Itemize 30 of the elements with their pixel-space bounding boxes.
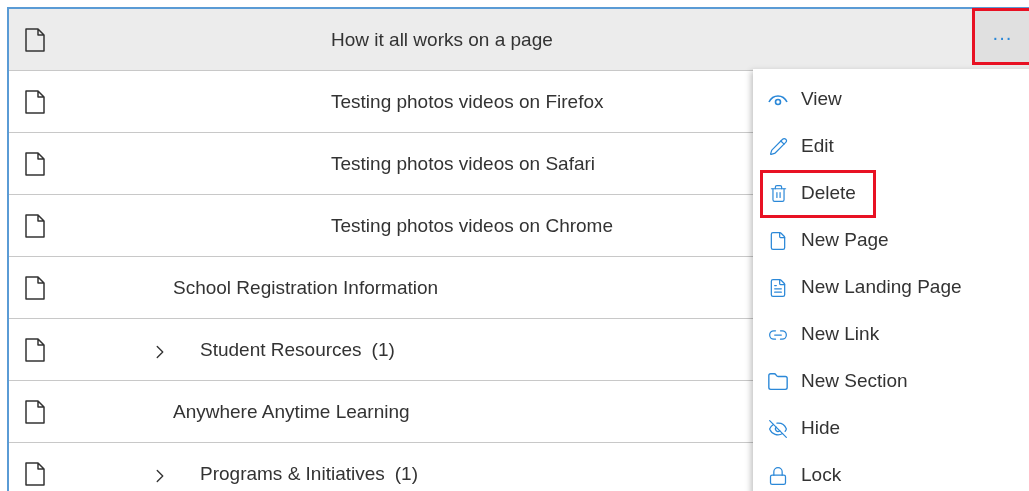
page-icon (25, 400, 45, 424)
page-title: Anywhere Anytime Learning (173, 400, 410, 424)
page-title: Student Resources (200, 338, 362, 362)
lock-icon (768, 465, 788, 486)
page-icon (25, 338, 45, 362)
child-count: (1) (371, 338, 395, 362)
page-title: School Registration Information (173, 276, 439, 300)
child-count: (1) (394, 462, 419, 486)
menu-item[interactable]: Delete (760, 169, 876, 218)
menu-item[interactable]: View (760, 75, 855, 124)
page-icon (25, 28, 45, 52)
menu-item[interactable]: New Landing Page (760, 263, 975, 312)
page-title: How it all works on a page (331, 28, 553, 52)
folder-icon (767, 370, 789, 393)
page-icon (25, 214, 45, 238)
document-icon (768, 277, 788, 298)
page-title: Testing photos videos on Firefox (331, 90, 604, 114)
pencil-icon (768, 137, 788, 156)
eye-off-icon (768, 418, 788, 439)
page-icon (25, 276, 45, 300)
page-title: Testing photos videos on Safari (331, 152, 596, 176)
page-title: Programs & Initiatives (200, 462, 385, 486)
page-icon (25, 462, 45, 486)
page-icon (25, 90, 45, 114)
trash-icon (768, 184, 788, 203)
page-icon (25, 152, 45, 176)
page-icon (768, 230, 788, 251)
menu-item[interactable]: Lock (760, 451, 855, 491)
page-title: Testing photos videos on Chrome (331, 214, 613, 238)
eye-icon (767, 92, 789, 107)
